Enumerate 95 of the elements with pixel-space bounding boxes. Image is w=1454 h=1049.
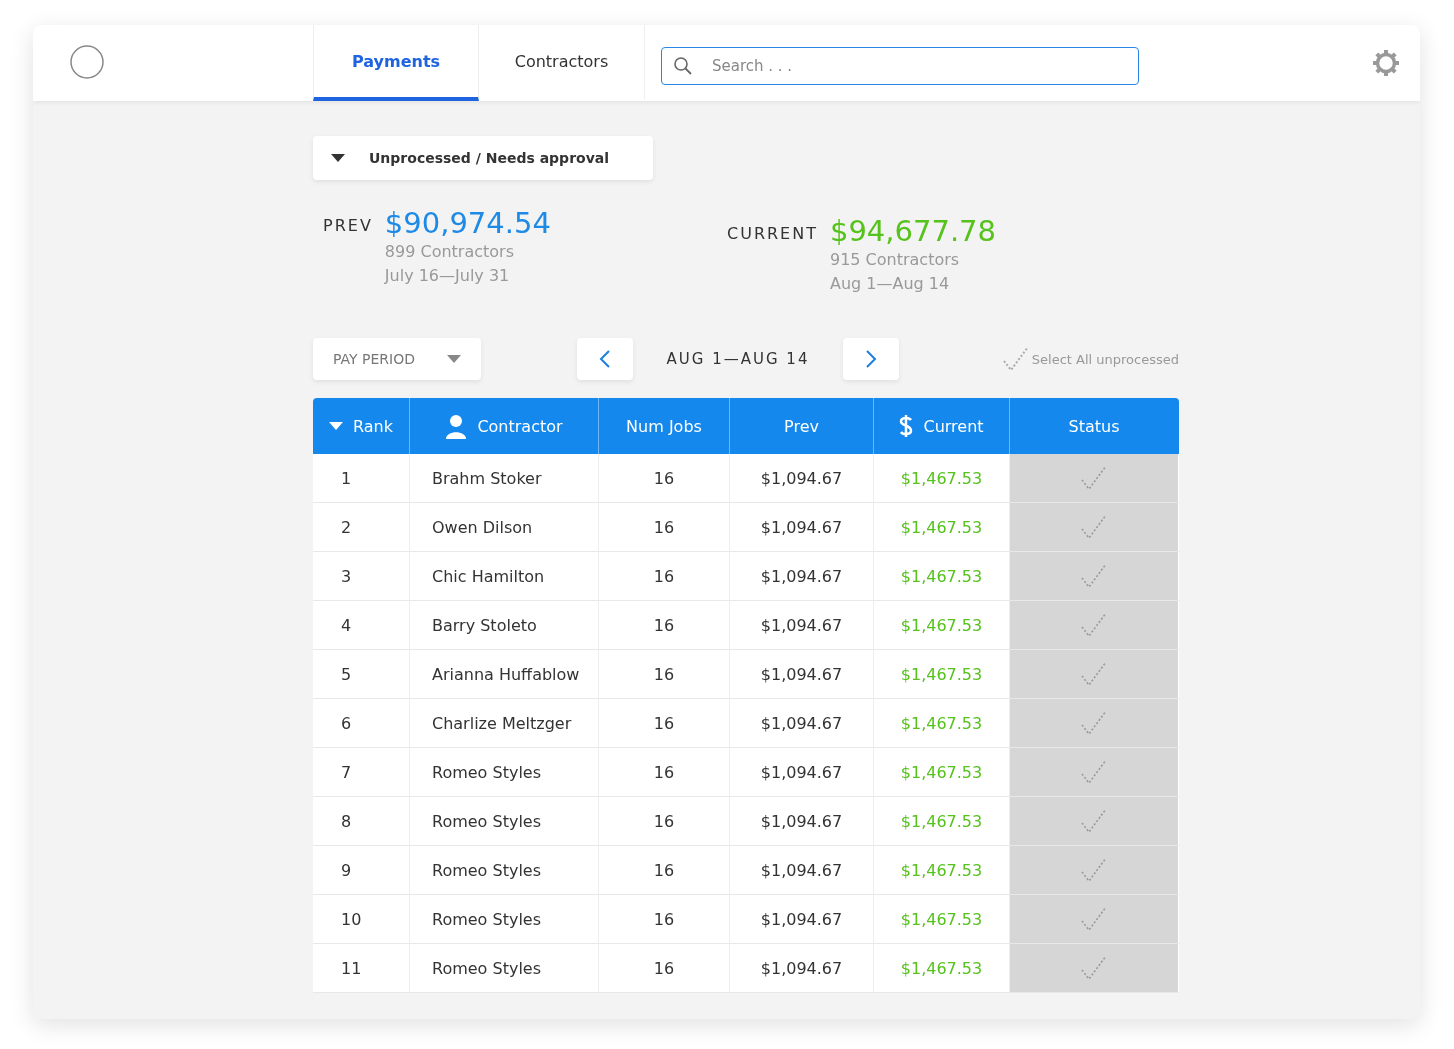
- rank-cell: 5: [313, 650, 410, 698]
- contractor-cell: Romeo Styles: [410, 748, 599, 796]
- jobs-cell: 16: [599, 944, 730, 992]
- rank-cell: 6: [313, 699, 410, 747]
- checkmark-icon: [1001, 345, 1030, 373]
- status-cell[interactable]: [1010, 454, 1178, 502]
- jobs-cell: 16: [599, 552, 730, 600]
- jobs-cell: 16: [599, 650, 730, 698]
- prev-cell: $1,094.67: [730, 454, 874, 502]
- caret-icon: [447, 355, 461, 363]
- checkmark-icon: [1080, 856, 1108, 884]
- checkmark-icon: [1080, 513, 1108, 541]
- rank-cell: 8: [313, 797, 410, 845]
- caret-icon: [329, 422, 343, 430]
- contractor-cell: Romeo Styles: [410, 846, 599, 894]
- prev-cell: $1,094.67: [730, 895, 874, 943]
- contractor-cell: Charlize Meltzger: [410, 699, 599, 747]
- caret-icon: [331, 154, 345, 162]
- contractor-count: 915 Contractors: [829, 249, 961, 271]
- prev-cell: $1,094.67: [730, 552, 874, 600]
- select-all-checkbox[interactable]: Select All unprocessed: [1001, 345, 1179, 373]
- prev-cell: $1,094.67: [730, 650, 874, 698]
- checkmark-icon: [1080, 807, 1108, 835]
- chevron-right-icon: [865, 349, 877, 369]
- prev-cell: $1,094.67: [730, 944, 874, 992]
- contractor-cell: Romeo Styles: [410, 797, 599, 845]
- date-range: July 16—July 31: [384, 265, 511, 287]
- checkmark-icon: [1080, 709, 1108, 737]
- jobs-cell: 16: [599, 503, 730, 551]
- status-cell[interactable]: [1010, 503, 1178, 551]
- circle-logo-icon: [69, 44, 105, 80]
- status-cell[interactable]: [1010, 748, 1178, 796]
- dollar-icon: [899, 413, 914, 439]
- contractor-cell: Owen Dilson: [410, 503, 599, 551]
- rank-cell: 3: [313, 552, 410, 600]
- tab[interactable]: Contractors: [479, 25, 645, 101]
- checkmark-icon: [1080, 905, 1108, 933]
- checkmark-icon: [1080, 464, 1108, 492]
- checkmark-icon: [1080, 954, 1108, 982]
- status-cell[interactable]: [1010, 944, 1178, 992]
- search-icon: [673, 56, 693, 76]
- prev-cell: $1,094.67: [730, 748, 874, 796]
- rank-cell: 9: [313, 846, 410, 894]
- status-cell[interactable]: [1010, 797, 1178, 845]
- rank-cell: 7: [313, 748, 410, 796]
- prev-cell: $1,094.67: [730, 601, 874, 649]
- column-header[interactable]: Status: [1010, 398, 1178, 454]
- prev-cell: $1,094.67: [730, 503, 874, 551]
- person-icon: [445, 413, 468, 439]
- contractor-cell: Chic Hamilton: [410, 552, 599, 600]
- contractor-count: 899 Contractors: [384, 241, 515, 263]
- search-field[interactable]: Search . . .: [661, 47, 1139, 85]
- filter-dropdown[interactable]: Unprocessed / Needs approval: [313, 136, 653, 180]
- contractor-cell: Brahm Stoker: [410, 454, 599, 502]
- rank-cell: 10: [313, 895, 410, 943]
- prev-cell: $1,094.67: [730, 699, 874, 747]
- status-cell[interactable]: [1010, 846, 1178, 894]
- jobs-cell: 16: [599, 748, 730, 796]
- contractor-cell: Arianna Huffablow: [410, 650, 599, 698]
- jobs-cell: 16: [599, 699, 730, 747]
- tab[interactable]: Payments: [313, 25, 479, 101]
- summary-amount: $94,677.78: [829, 214, 996, 248]
- contractor-cell: Barry Stoleto: [410, 601, 599, 649]
- checkmark-icon: [1080, 562, 1108, 590]
- pay-period-dropdown[interactable]: PAY PERIOD: [313, 338, 481, 380]
- checkmark-icon: [1080, 660, 1108, 688]
- status-cell[interactable]: [1010, 699, 1178, 747]
- checkmark-icon: [1080, 611, 1108, 639]
- rank-cell: 4: [313, 601, 410, 649]
- status-cell[interactable]: [1010, 650, 1178, 698]
- checkmark-icon: [1080, 758, 1108, 786]
- status-cell[interactable]: [1010, 895, 1178, 943]
- rank-cell: 1: [313, 454, 410, 502]
- jobs-cell: 16: [599, 454, 730, 502]
- summary-amount: $90,974.54: [384, 206, 551, 240]
- status-cell[interactable]: [1010, 601, 1178, 649]
- summary-label: PREV: [323, 216, 373, 235]
- status-cell[interactable]: [1010, 552, 1178, 600]
- rank-cell: 11: [313, 944, 410, 992]
- date-range: Aug 1—Aug 14: [829, 273, 951, 295]
- prev-cell: $1,094.67: [730, 846, 874, 894]
- prev-cell: $1,094.67: [730, 797, 874, 845]
- contractor-cell: Romeo Styles: [410, 895, 599, 943]
- chevron-left-icon: [599, 349, 611, 369]
- jobs-cell: 16: [599, 797, 730, 845]
- contractor-cell: Romeo Styles: [410, 944, 599, 992]
- period-label: AUG 1—AUG 14: [665, 350, 811, 368]
- jobs-cell: 16: [599, 895, 730, 943]
- next-button[interactable]: [843, 338, 899, 380]
- previous-button[interactable]: [577, 338, 633, 380]
- rank-cell: 2: [313, 503, 410, 551]
- jobs-cell: 16: [599, 846, 730, 894]
- summary-label: CURRENT: [727, 224, 818, 243]
- jobs-cell: 16: [599, 601, 730, 649]
- settings-icon[interactable]: [1372, 49, 1400, 77]
